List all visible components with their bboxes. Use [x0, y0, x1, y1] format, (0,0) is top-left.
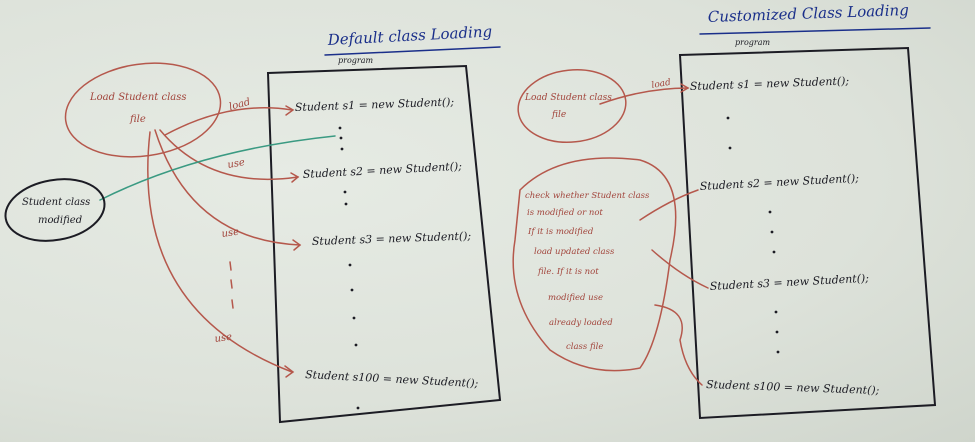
left-modified-line1: Student class — [22, 197, 90, 208]
left-modified-line2: modified — [38, 215, 82, 226]
left-use-label-3: use — [214, 332, 233, 345]
whiteboard: Default class Loading program Student s1… — [0, 0, 975, 442]
left-use-arrow-1 — [159, 129, 299, 181]
right-title-underline — [699, 27, 931, 35]
right-load-bubble — [517, 69, 627, 143]
left-load-bubble — [64, 62, 222, 158]
check-line-7: already loaded — [549, 318, 613, 328]
left-load-bubble-line2: file — [129, 114, 146, 125]
left-red-dashes — [229, 261, 234, 309]
right-check-bubble — [512, 157, 677, 372]
right-stmt-1: Student s1 = new Student(); — [690, 74, 850, 93]
left-use-label-2: use — [221, 227, 240, 240]
left-stmt-100: Student s100 = new Student(); — [305, 368, 479, 390]
right-load-bubble-line2: file — [551, 110, 566, 120]
right-title: Customized Class Loading — [708, 1, 910, 26]
left-load-arrow — [164, 107, 293, 136]
left-load-label: load — [228, 97, 252, 113]
check-line-6: modified use — [548, 293, 603, 303]
left-program-label: program — [338, 56, 373, 65]
right-stmt-100: Student s100 = new Student(); — [706, 378, 880, 397]
left-title-underline — [324, 46, 501, 56]
check-line-2: is modified or not — [527, 208, 603, 218]
right-load-arrow — [599, 87, 689, 105]
right-check-arrow-2 — [651, 249, 709, 289]
check-line-3: If it is modified — [527, 227, 594, 237]
left-title: Default class Loading — [326, 22, 492, 49]
right-stmt-2: Student s2 = new Student(); — [699, 172, 859, 193]
right-stmt-3: Student s3 = new Student(); — [709, 272, 869, 293]
right-program-label: program — [735, 38, 770, 47]
left-load-arrowhead — [285, 105, 295, 116]
left-stmt-3: Student s3 = new Student(); — [312, 229, 472, 248]
left-modified-bubble — [4, 178, 106, 242]
left-stmt-2: Student s2 = new Student(); — [302, 160, 462, 181]
left-stmt-1: Student s1 = new Student(); — [295, 95, 455, 114]
right-check-text: check whether Student class is modified … — [525, 191, 650, 352]
left-use-label-1: use — [227, 157, 246, 171]
right-load-bubble-line1: Load Student class — [524, 93, 612, 103]
check-line-5: file. If it is not — [537, 267, 599, 277]
left-load-bubble-line1: Load Student class — [89, 92, 187, 103]
check-line-1: check whether Student class — [525, 191, 650, 201]
check-line-8: class file — [566, 342, 603, 352]
whiteboard-drawing: Default class Loading program Student s1… — [4, 1, 937, 424]
check-line-4: load updated class — [534, 247, 615, 257]
right-ellipsis-dots — [726, 116, 780, 354]
left-modified-arrow — [99, 135, 336, 201]
right-program-box — [678, 46, 937, 420]
